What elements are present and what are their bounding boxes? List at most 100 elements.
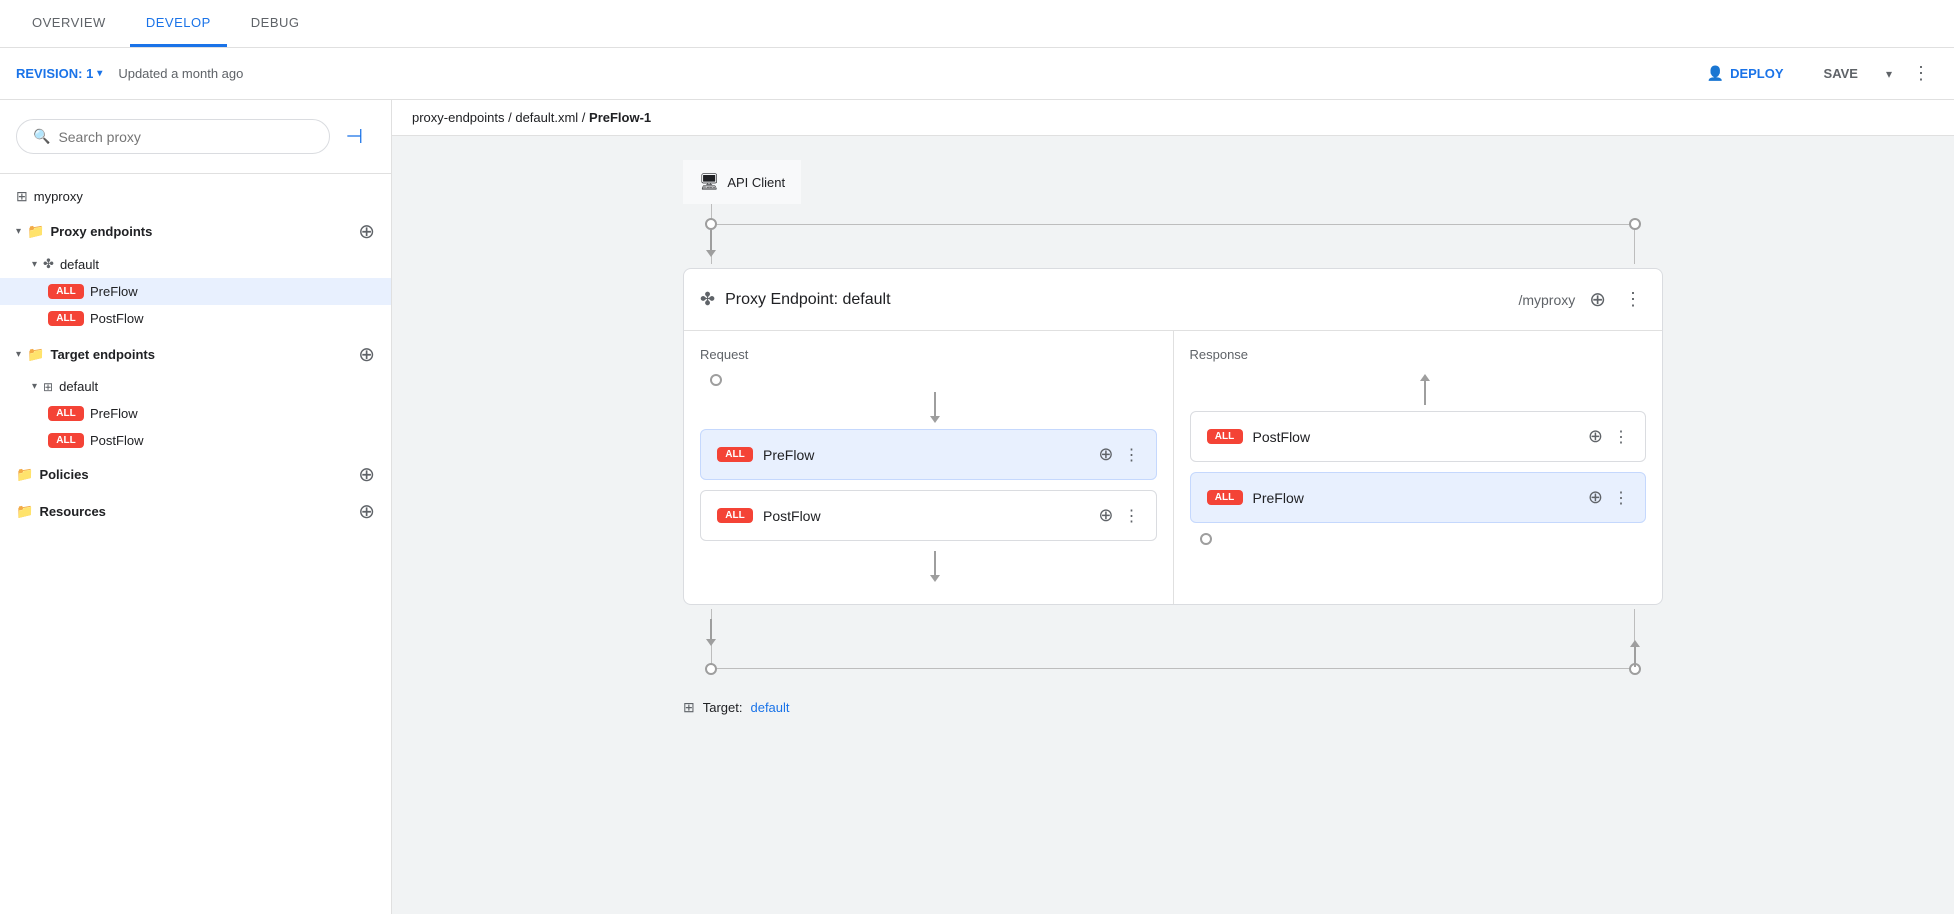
resources-header[interactable]: 📁 Resources ⊕ [0,493,391,530]
top-connector [683,204,1663,264]
chevron-down-icon: ▾ [16,226,21,237]
response-preflow-item[interactable]: ALL PreFlow ⊕ ⋮ [1190,472,1647,523]
sidebar-item-default-proxy[interactable]: ▾ ✤ default [0,250,391,278]
request-preflow-label: PreFlow [763,447,1088,463]
myproxy-grid-icon: ⊞ [16,188,28,205]
request-preflow-more-button[interactable]: ⋮ [1124,445,1140,465]
add-policy-button[interactable]: ⊕ [358,462,375,487]
proxy-endpoints-header[interactable]: ▾ 📁 Proxy endpoints ⊕ [0,213,391,250]
req-arrow-down [714,392,1157,423]
proxy-path: /myproxy [1518,292,1575,308]
sidebar-item-preflow-proxy[interactable]: ALL PreFlow [0,278,391,305]
revision-badge[interactable]: REVISION: 1 ▾ [16,66,102,81]
sidebar-section-proxy-endpoints: ▾ 📁 Proxy endpoints ⊕ ▾ ✤ default ALL Pr… [0,211,391,334]
response-postflow-add-button[interactable]: ⊕ [1588,426,1603,447]
preflow-badge-proxy: ALL [48,284,84,299]
toolbar-more-button[interactable]: ⋮ [1904,55,1938,92]
diagram-area: 🖥 API Client [392,136,1954,740]
sidebar-item-preflow-target[interactable]: ALL PreFlow [0,400,391,427]
sidebar-item-default-target[interactable]: ▾ ⊞ default [0,373,391,400]
request-section: Request ALL PreFlow ⊕ [684,331,1174,604]
request-postflow-more-button[interactable]: ⋮ [1124,506,1140,526]
add-resource-button[interactable]: ⊕ [358,499,375,524]
deploy-button[interactable]: 👤 DEPLOY [1691,57,1800,90]
target-endpoints-header[interactable]: ▾ 📁 Target endpoints ⊕ [0,336,391,373]
bottom-connector [683,609,1663,689]
response-postflow-more-button[interactable]: ⋮ [1613,427,1629,447]
response-preflow-add-button[interactable]: ⊕ [1588,487,1603,508]
preflow-proxy-label: PreFlow [90,284,375,299]
api-client-label: API Client [727,175,785,190]
preflow-badge-target: ALL [48,406,84,421]
save-button[interactable]: SAVE [1808,58,1874,89]
myproxy-label: myproxy [34,189,83,204]
deploy-label: DEPLOY [1730,66,1783,81]
default-target-label: default [59,379,375,394]
proxy-endpoint-more-button[interactable]: ⋮ [1620,285,1646,314]
grid-icon-target: ⊞ [43,380,53,394]
revision-chevron-icon: ▾ [97,68,102,79]
request-postflow-badge: ALL [717,508,753,523]
target-link[interactable]: default [750,700,789,715]
add-proxy-endpoint-button[interactable]: ⊕ [358,219,375,244]
postflow-badge-proxy: ALL [48,311,84,326]
request-preflow-add-button[interactable]: ⊕ [1098,444,1113,465]
cross-arrows-icon-header: ✤ [700,289,715,310]
search-icon: 🔍 [33,128,50,145]
sidebar: 🔍 ⊣ ⊞ myproxy ▾ 📁 Proxy endpoints ⊕ [0,100,392,914]
preflow-target-label: PreFlow [90,406,375,421]
request-preflow-item[interactable]: ALL PreFlow ⊕ ⋮ [700,429,1157,480]
collapse-sidebar-icon[interactable]: ⊣ [338,116,371,157]
proxy-endpoint-add-button[interactable]: ⊕ [1585,283,1610,316]
revision-label: REVISION: 1 [16,66,93,81]
search-row: 🔍 ⊣ [16,116,375,157]
arrow-down-bot [706,619,716,646]
response-postflow-badge: ALL [1207,429,1243,444]
sidebar-item-myproxy[interactable]: ⊞ myproxy [0,182,391,211]
sidebar-item-postflow-proxy[interactable]: ALL PostFlow [0,305,391,332]
search-input[interactable] [58,129,312,145]
chevron-down-icon-default: ▾ [32,259,37,270]
arrow-up-bot [1630,640,1640,667]
chevron-down-icon-target: ▾ [16,349,21,360]
request-postflow-item[interactable]: ALL PostFlow ⊕ ⋮ [700,490,1157,541]
request-postflow-add-button[interactable]: ⊕ [1098,505,1113,526]
proxy-endpoint-header: ✤ Proxy Endpoint: default /myproxy ⊕ ⋮ [684,269,1662,331]
sidebar-item-postflow-target[interactable]: ALL PostFlow [0,427,391,454]
request-label: Request [700,347,1157,362]
policies-header[interactable]: 📁 Policies ⊕ [0,456,391,493]
main-layout: 🔍 ⊣ ⊞ myproxy ▾ 📁 Proxy endpoints ⊕ [0,100,1954,914]
folder-icon-policies: 📁 [16,466,33,483]
response-postflow-item[interactable]: ALL PostFlow ⊕ ⋮ [1190,411,1647,462]
toolbar-timestamp: Updated a month ago [118,66,243,81]
postflow-proxy-label: PostFlow [90,311,375,326]
folder-icon-proxy: 📁 [27,223,44,240]
tab-develop[interactable]: DEVELOP [130,1,227,47]
sidebar-section-target-endpoints: ▾ 📁 Target endpoints ⊕ ▾ ⊞ default ALL P… [0,334,391,456]
add-target-endpoint-button[interactable]: ⊕ [358,342,375,367]
bottom-connector-inner [683,609,1663,689]
tab-overview[interactable]: OVERVIEW [16,1,122,47]
tab-debug[interactable]: DEBUG [235,1,316,47]
sidebar-content: ⊞ myproxy ▾ 📁 Proxy endpoints ⊕ ▾ ✤ defa… [0,174,391,538]
policies-title: Policies [39,467,352,482]
response-preflow-more-button[interactable]: ⋮ [1613,488,1629,508]
default-proxy-label: default [60,257,375,272]
folder-icon-target: 📁 [27,346,44,363]
target-endpoints-title: Target endpoints [50,347,352,362]
vert-line-right [1634,224,1635,264]
response-section: Response ALL PostFlow ⊕ ⋮ [1174,331,1663,604]
target-section: ⊞ Target: default [683,689,1663,716]
grid-icon-target-bottom: ⊞ [683,699,695,716]
api-client-header: 🖥 API Client [683,160,801,204]
response-label: Response [1190,347,1647,362]
breadcrumb-path: proxy-endpoints / default.xml / [412,110,589,125]
circle-left-top [705,218,717,230]
top-connector-inner [683,204,1663,264]
folder-icon-resources: 📁 [16,503,33,520]
cross-arrows-icon: ✤ [43,256,54,272]
toolbar: REVISION: 1 ▾ Updated a month ago 👤 DEPL… [0,48,1954,100]
chevron-down-icon-default-target: ▾ [32,381,37,392]
breadcrumb-current: PreFlow-1 [589,110,651,125]
save-dropdown-button[interactable]: ▾ [1882,59,1896,89]
